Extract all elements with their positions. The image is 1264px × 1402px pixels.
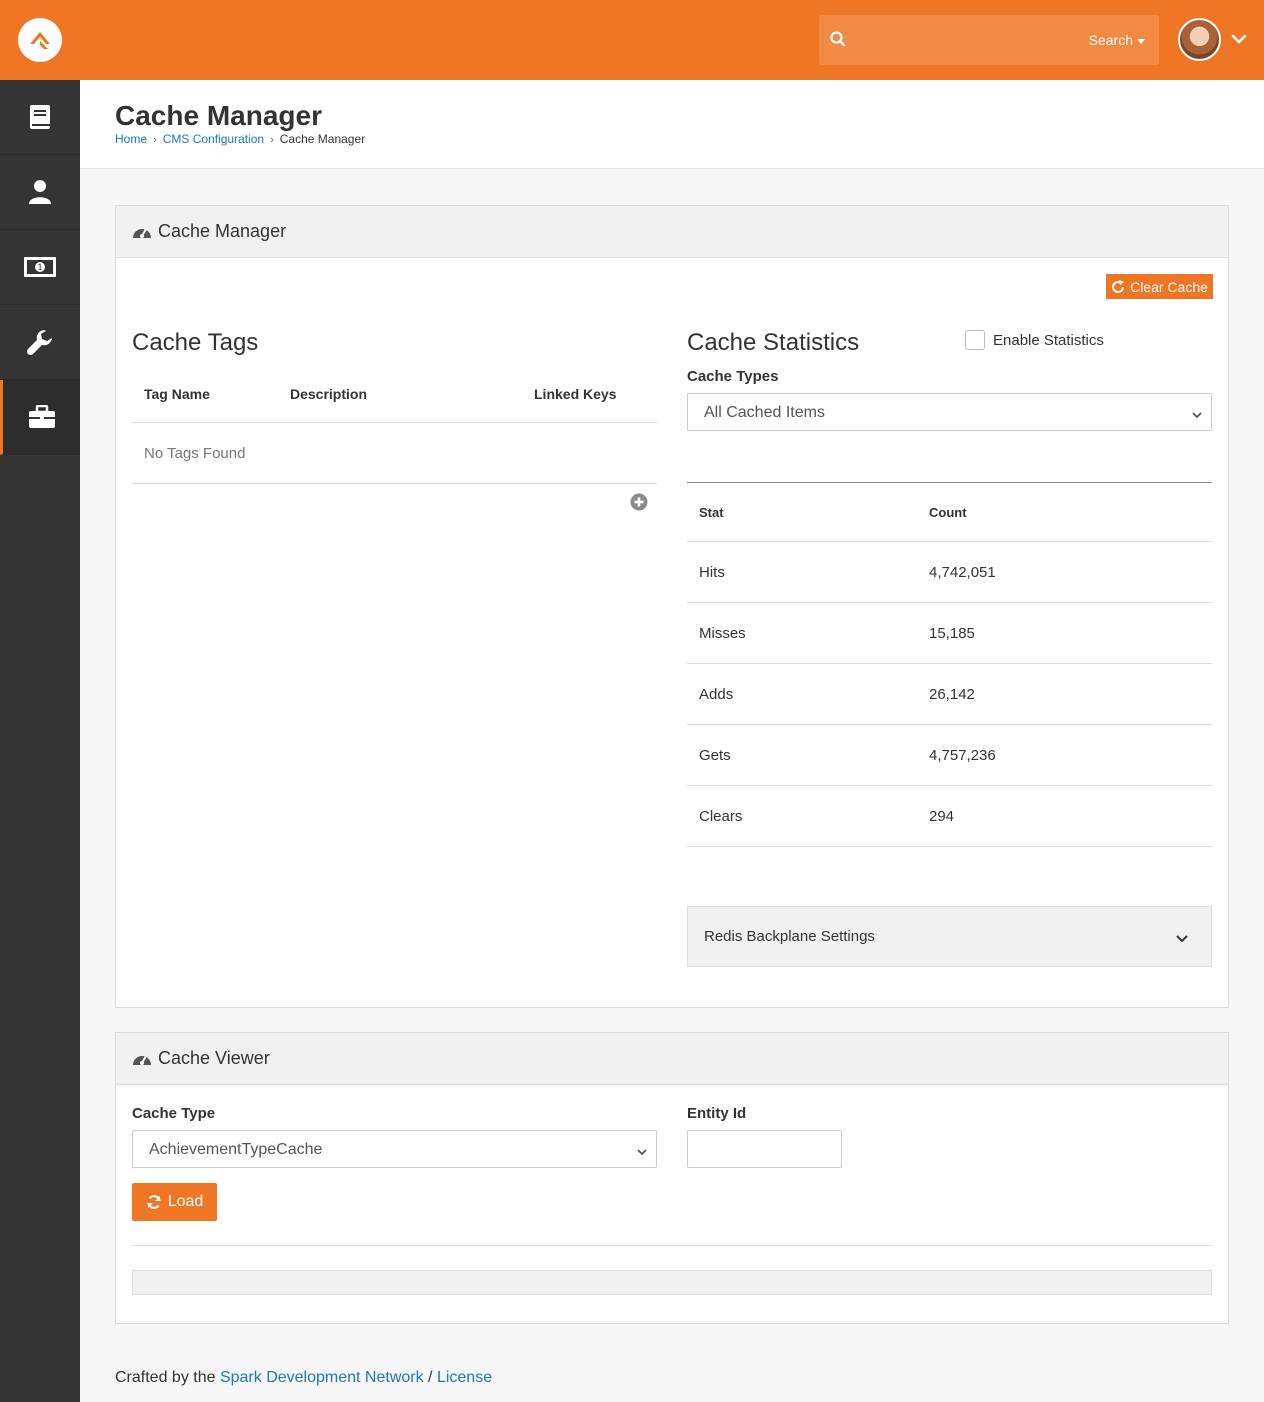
stat-count-misses: 15,185 <box>929 625 975 642</box>
stat-count-gets: 4,757,236 <box>929 747 996 764</box>
redis-backplane-settings-label: Redis Backplane Settings <box>704 928 875 945</box>
enable-statistics-checkbox[interactable] <box>965 330 985 350</box>
search-input[interactable] <box>859 25 1079 55</box>
table-row-divider <box>687 785 1212 786</box>
cache-types-value: All Cached Items <box>704 404 825 421</box>
stat-label-hits: Hits <box>699 564 725 581</box>
spark-development-network-link[interactable]: Spark Development Network <box>220 1369 424 1386</box>
caret-down-icon <box>1137 38 1145 44</box>
money-icon: 1 <box>24 257 56 277</box>
dashboard-icon <box>133 228 151 238</box>
sidebar-item-finance[interactable]: 1 <box>0 230 80 305</box>
footer-separator: / <box>423 1369 437 1386</box>
search-icon <box>829 30 847 52</box>
chevron-right-icon: › <box>270 134 274 146</box>
license-link[interactable]: License <box>437 1369 492 1386</box>
cache-types-label: Cache Types <box>687 368 779 385</box>
page-title: Cache Manager <box>115 100 322 131</box>
empty-tags-text: No Tags Found <box>144 445 246 462</box>
rock-logo-icon[interactable] <box>18 18 62 62</box>
cache-type-label: Cache Type <box>132 1105 216 1122</box>
search-button-label: Search <box>1088 32 1133 48</box>
svg-text:1: 1 <box>37 263 42 272</box>
top-bar: Search <box>0 0 1264 80</box>
table-row-divider <box>687 846 1212 847</box>
column-header-count: Count <box>929 505 967 520</box>
search-type-button[interactable]: Search <box>1089 32 1145 48</box>
person-icon <box>29 180 51 204</box>
entity-id-label: Entity Id <box>687 1105 747 1122</box>
sidebar: 1 <box>0 80 80 1402</box>
chevron-down-icon <box>1191 407 1203 424</box>
book-icon <box>30 105 50 129</box>
sidebar-item-content[interactable] <box>0 80 80 155</box>
load-button[interactable]: Load <box>132 1183 217 1221</box>
search-box: Search <box>819 15 1159 65</box>
sidebar-item-people[interactable] <box>0 155 80 230</box>
plus-circle-icon[interactable] <box>630 493 648 515</box>
column-header-linked-keys: Linked Keys <box>534 386 617 402</box>
breadcrumb-cms-configuration[interactable]: CMS Configuration <box>163 132 264 146</box>
cache-manager-panel: Cache Manager Clear Cache Cache Tags Tag… <box>115 205 1229 1008</box>
cache-type-value: AchievementTypeCache <box>149 1141 323 1158</box>
panel-heading: Cache Manager <box>116 206 1228 258</box>
cache-output-well <box>132 1270 1212 1295</box>
entity-id-input[interactable] <box>687 1130 842 1168</box>
cache-types-select[interactable]: All Cached Items <box>687 393 1212 431</box>
page-header: Cache Manager Home › CMS Configuration › Cac… <box>80 80 1264 169</box>
wrench-icon <box>26 330 52 356</box>
redis-backplane-settings-panel[interactable]: Redis Backplane Settings <box>687 906 1212 967</box>
briefcase-icon <box>28 405 55 428</box>
footer-prefix: Crafted by the <box>115 1369 220 1386</box>
table-row-divider <box>687 663 1212 664</box>
stat-count-clears: 294 <box>929 808 955 825</box>
divider <box>132 422 657 423</box>
chevron-down-icon[interactable] <box>1231 32 1247 50</box>
refresh-icon <box>1112 279 1125 293</box>
cache-manager-title: Cache Manager <box>158 221 287 241</box>
dashboard-icon <box>133 1055 151 1065</box>
enable-statistics-toggle[interactable]: Enable Statistics <box>965 330 1104 350</box>
breadcrumb: Home › CMS Configuration › Cache Manager <box>115 132 365 146</box>
divider <box>687 482 1212 483</box>
clear-cache-label: Clear Cache <box>1130 278 1208 295</box>
breadcrumb-home[interactable]: Home <box>115 132 147 146</box>
avatar[interactable] <box>1178 18 1221 61</box>
stat-label-gets: Gets <box>699 747 731 764</box>
column-header-stat: Stat <box>699 505 724 520</box>
cache-tags-heading: Cache Tags <box>132 329 259 356</box>
sidebar-item-admin[interactable] <box>0 380 80 455</box>
stat-count-adds: 26,142 <box>929 686 975 703</box>
cache-viewer-title: Cache Viewer <box>158 1048 270 1068</box>
refresh-icon <box>147 1195 161 1209</box>
panel-title: Cache Manager <box>132 221 286 242</box>
column-header-tag-name: Tag Name <box>144 386 210 402</box>
sidebar-item-tools[interactable] <box>0 305 80 380</box>
panel-heading: Cache Viewer <box>116 1033 1228 1085</box>
stat-label-clears: Clears <box>699 808 743 825</box>
chevron-down-icon <box>636 1144 648 1161</box>
clear-cache-button[interactable]: Clear Cache <box>1106 274 1213 299</box>
enable-statistics-label: Enable Statistics <box>993 331 1104 349</box>
table-row-divider <box>687 724 1212 725</box>
divider <box>132 1245 1212 1246</box>
table-row-divider <box>687 602 1212 603</box>
divider <box>132 483 657 484</box>
stat-label-misses: Misses <box>699 625 746 642</box>
cache-statistics-heading: Cache Statistics <box>687 329 860 356</box>
footer: Crafted by the Spark Development Network… <box>115 1369 492 1387</box>
column-header-description: Description <box>290 386 368 402</box>
panel-title: Cache Viewer <box>132 1048 270 1069</box>
breadcrumb-current: Cache Manager <box>279 132 366 146</box>
chevron-down-icon <box>1175 931 1189 948</box>
stat-count-hits: 4,742,051 <box>929 564 996 581</box>
chevron-right-icon: › <box>153 134 157 146</box>
cache-type-select[interactable]: AchievementTypeCache <box>132 1130 657 1168</box>
load-label: Load <box>167 1193 204 1210</box>
stat-label-adds: Adds <box>699 686 734 703</box>
cache-viewer-panel: Cache Viewer Cache Type AchievementTypeC… <box>115 1032 1229 1324</box>
divider <box>687 541 1212 542</box>
